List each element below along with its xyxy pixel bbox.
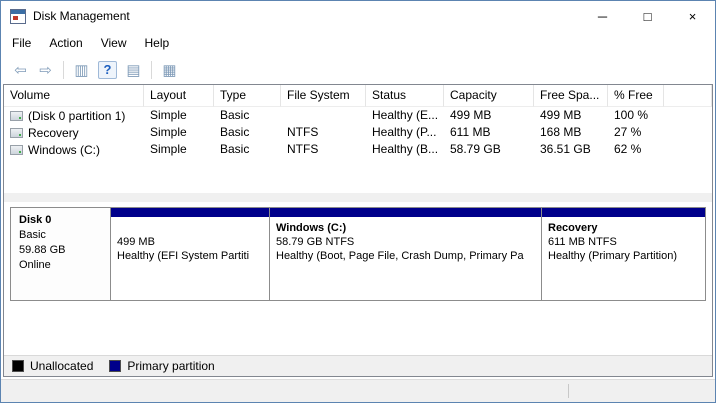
volume-name-cell: Windows (C:) [4, 141, 144, 158]
pct-free-cell: 62 % [608, 141, 664, 158]
legend-item-unallocated: Unallocated [12, 359, 93, 373]
menu-action[interactable]: Action [40, 33, 91, 53]
table-row[interactable]: (Disk 0 partition 1) Simple Basic Health… [4, 107, 712, 124]
type-cell: Basic [214, 107, 281, 124]
menubar: File Action View Help [1, 31, 715, 55]
free-space-cell: 168 MB [534, 124, 608, 141]
filler-cell [664, 141, 712, 158]
disk-0-label[interactable]: Disk 0 Basic 59.88 GB Online [11, 208, 111, 300]
disk-size: 59.88 GB [19, 243, 102, 258]
action-pane-icon[interactable]: ▦ [157, 58, 182, 81]
partition-size: 58.79 GB NTFS [276, 235, 535, 249]
column-header-file-system[interactable]: File System [281, 85, 366, 107]
column-header-filler [664, 85, 712, 107]
partition-recovery[interactable]: Recovery 611 MB NTFS Healthy (Primary Pa… [541, 208, 705, 300]
menu-file[interactable]: File [3, 33, 40, 53]
free-space-cell: 499 MB [534, 107, 608, 124]
partition-type-strip [542, 208, 705, 217]
partition-efi[interactable]: 499 MB Healthy (EFI System Partiti [111, 208, 269, 300]
file-system-cell: NTFS [281, 141, 366, 158]
column-header-layout[interactable]: Layout [144, 85, 214, 107]
partitions-strip: 499 MB Healthy (EFI System Partiti Windo… [111, 208, 705, 300]
status-cell: Healthy (E... [366, 107, 444, 124]
column-header-volume[interactable]: Volume [4, 85, 144, 107]
legend-bar: Unallocated Primary partition [4, 355, 712, 376]
type-cell: Basic [214, 124, 281, 141]
app-icon[interactable] [10, 9, 26, 24]
volume-table-header: Volume Layout Type File System Status Ca… [4, 85, 712, 107]
capacity-cell: 611 MB [444, 124, 534, 141]
graphical-view-panel: Disk 0 Basic 59.88 GB Online 499 MB Heal… [4, 202, 712, 355]
partition-status: Healthy (EFI System Partiti [117, 249, 263, 263]
minimize-button[interactable]: ─ [580, 1, 625, 31]
disk-name: Disk 0 [19, 213, 102, 228]
pct-free-cell: 100 % [608, 107, 664, 124]
console-view: Volume Layout Type File System Status Ca… [3, 84, 713, 377]
partition-title [117, 221, 263, 235]
drive-icon [10, 128, 23, 138]
help-icon[interactable]: ? [98, 61, 117, 79]
disk-management-window: Disk Management ─ □ × File Action View H… [0, 0, 716, 403]
drive-icon [10, 145, 23, 155]
unallocated-swatch [12, 360, 24, 372]
layout-cell: Simple [144, 141, 214, 158]
drive-icon [10, 111, 23, 121]
disk-status: Online [19, 258, 102, 273]
column-header-capacity[interactable]: Capacity [444, 85, 534, 107]
close-button[interactable]: × [670, 1, 715, 31]
column-header-pct-free[interactable]: % Free [608, 85, 664, 107]
legend-label: Unallocated [30, 359, 93, 373]
partition-size: 611 MB NTFS [548, 235, 699, 249]
type-cell: Basic [214, 141, 281, 158]
statusbar [1, 379, 715, 402]
status-cell: Healthy (P... [366, 124, 444, 141]
titlebar: Disk Management ─ □ × [1, 1, 715, 31]
console-tree-icon[interactable]: ▥ [69, 58, 94, 81]
window-title: Disk Management [33, 9, 130, 23]
free-space-cell: 36.51 GB [534, 141, 608, 158]
legend-item-primary-partition: Primary partition [109, 359, 214, 373]
partition-status: Healthy (Primary Partition) [548, 249, 699, 263]
disk-0-row: Disk 0 Basic 59.88 GB Online 499 MB Heal… [10, 207, 706, 301]
pct-free-cell: 27 % [608, 124, 664, 141]
table-row[interactable]: Windows (C:) Simple Basic NTFS Healthy (… [4, 141, 712, 158]
volume-name-cell: (Disk 0 partition 1) [4, 107, 144, 124]
table-row[interactable]: Recovery Simple Basic NTFS Healthy (P...… [4, 124, 712, 141]
partition-title: Windows (C:) [276, 221, 535, 235]
capacity-cell: 58.79 GB [444, 141, 534, 158]
toolbar: ⇦ ⇨ ▥ ? ▤ ▦ [1, 55, 715, 84]
partition-type-strip [270, 208, 541, 217]
file-system-cell: NTFS [281, 124, 366, 141]
export-list-icon[interactable]: ▤ [121, 58, 146, 81]
column-header-type[interactable]: Type [214, 85, 281, 107]
partition-status: Healthy (Boot, Page File, Crash Dump, Pr… [276, 249, 535, 263]
partition-type-strip [111, 208, 269, 217]
maximize-button[interactable]: □ [625, 1, 670, 31]
toolbar-separator [151, 61, 152, 79]
status-cell: Healthy (B... [366, 141, 444, 158]
back-icon[interactable]: ⇦ [8, 58, 33, 81]
disk-type: Basic [19, 228, 102, 243]
menu-view[interactable]: View [92, 33, 136, 53]
layout-cell: Simple [144, 124, 214, 141]
primary-partition-swatch [109, 360, 121, 372]
filler-cell [664, 107, 712, 124]
capacity-cell: 499 MB [444, 107, 534, 124]
layout-cell: Simple [144, 107, 214, 124]
partition-title: Recovery [548, 221, 699, 235]
volume-name-cell: Recovery [4, 124, 144, 141]
volume-list-panel: Volume Layout Type File System Status Ca… [4, 85, 712, 193]
column-header-status[interactable]: Status [366, 85, 444, 107]
column-header-free-space[interactable]: Free Spa... [534, 85, 608, 107]
menu-help[interactable]: Help [136, 33, 179, 53]
panel-splitter[interactable] [4, 193, 712, 202]
forward-icon[interactable]: ⇨ [33, 58, 58, 81]
statusbar-divider [568, 384, 569, 398]
filler-cell [664, 124, 712, 141]
toolbar-separator [63, 61, 64, 79]
partition-size: 499 MB [117, 235, 263, 249]
file-system-cell [281, 107, 366, 124]
partition-windows-c[interactable]: Windows (C:) 58.79 GB NTFS Healthy (Boot… [269, 208, 541, 300]
legend-label: Primary partition [127, 359, 214, 373]
